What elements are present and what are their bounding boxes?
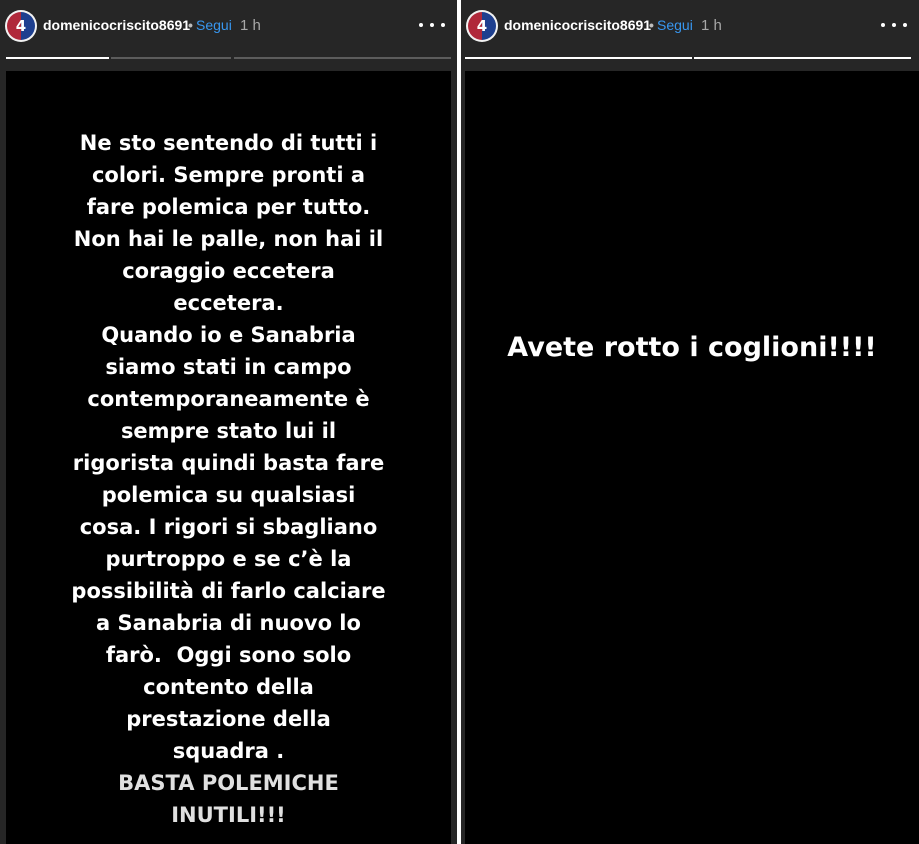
more-dot — [903, 23, 907, 27]
story-text-line: purtroppo e se c’è la — [105, 547, 352, 571]
story-text-line: fare polemica per tutto. — [86, 195, 371, 219]
avatar[interactable]: 4 — [5, 10, 37, 42]
timestamp: 1 h — [240, 17, 261, 34]
more-dot — [419, 23, 423, 27]
story-text-line: Ne sto sentendo di tutti i — [79, 131, 378, 155]
avatar-number: 4 — [476, 16, 488, 35]
story-text-line: squadra . — [172, 739, 285, 763]
more-dot — [892, 23, 896, 27]
follow-button[interactable]: Segui — [196, 17, 232, 33]
story-text: Avete rotto i coglioni!!!! — [507, 332, 877, 363]
timestamp: 1 h — [701, 17, 722, 34]
story-text-line: a Sanabria di nuovo lo — [96, 611, 361, 635]
progress-segment-1 — [465, 57, 692, 59]
username-link[interactable]: domenicocriscito8691 — [43, 17, 190, 33]
story-text-line: polemica su qualsiasi — [101, 483, 356, 507]
story-viewer-left: 4 domenicocriscito8691 • Segui 1 h Ne st… — [0, 0, 457, 844]
progress-fill — [465, 57, 692, 59]
story-text-line: farò. Oggi sono solo — [105, 643, 352, 667]
story-text: Ne sto sentendo di tutti i colori. Sempre… — [6, 127, 451, 831]
story-content[interactable]: Avete rotto i coglioni!!!! — [465, 71, 919, 844]
progress-segment-3 — [234, 57, 451, 59]
story-text-line: eccetera. — [173, 291, 284, 315]
more-dot — [881, 23, 885, 27]
story-text-line: BASTA POLEMICHE — [118, 771, 339, 795]
avatar-image: 4 — [7, 12, 35, 40]
progress-fill — [6, 57, 109, 59]
follow-button[interactable]: Segui — [657, 17, 693, 33]
story-text-line: INUTILI!!! — [171, 803, 286, 827]
story-text-line: Quando io e Sanabria — [101, 323, 356, 347]
story-header: 4 domenicocriscito8691 • Segui 1 h — [0, 0, 457, 54]
avatar-number: 4 — [15, 16, 27, 35]
separator-dot: • — [188, 17, 193, 33]
story-text-line: prestazione della — [126, 707, 331, 731]
more-dot — [441, 23, 445, 27]
more-options-icon[interactable] — [881, 13, 907, 37]
story-text-line: Non hai le palle, non hai il — [73, 227, 384, 251]
story-text-line: coraggio eccetera — [122, 259, 335, 283]
story-header: 4 domenicocriscito8691 • Segui 1 h — [461, 0, 919, 54]
more-options-icon[interactable] — [419, 13, 445, 37]
story-text-line: siamo stati in campo — [105, 355, 352, 379]
avatar[interactable]: 4 — [466, 10, 498, 42]
story-viewer-right: 4 domenicocriscito8691 • Segui 1 h Avete… — [461, 0, 919, 844]
progress-segment-1 — [6, 57, 109, 59]
story-text-line: sempre stato lui il — [120, 419, 337, 443]
story-text-line: cosa. I rigori si sbagliano — [79, 515, 378, 539]
separator-dot: • — [649, 17, 654, 33]
story-text-line: rigorista quindi basta fare — [72, 451, 385, 475]
progress-fill — [694, 57, 911, 59]
story-content[interactable]: Ne sto sentendo di tutti i colori. Sempre… — [6, 71, 451, 844]
story-text-line: colori. Sempre pronti a — [91, 163, 366, 187]
story-text-line: possibilità di farlo calciare — [71, 579, 386, 603]
story-text-line: contento della — [143, 675, 314, 699]
story-text-line: contemporaneamente è — [87, 387, 370, 411]
progress-segment-2 — [111, 57, 231, 59]
avatar-image: 4 — [468, 12, 496, 40]
more-dot — [430, 23, 434, 27]
username-link[interactable]: domenicocriscito8691 — [504, 17, 651, 33]
progress-segment-2 — [694, 57, 911, 59]
